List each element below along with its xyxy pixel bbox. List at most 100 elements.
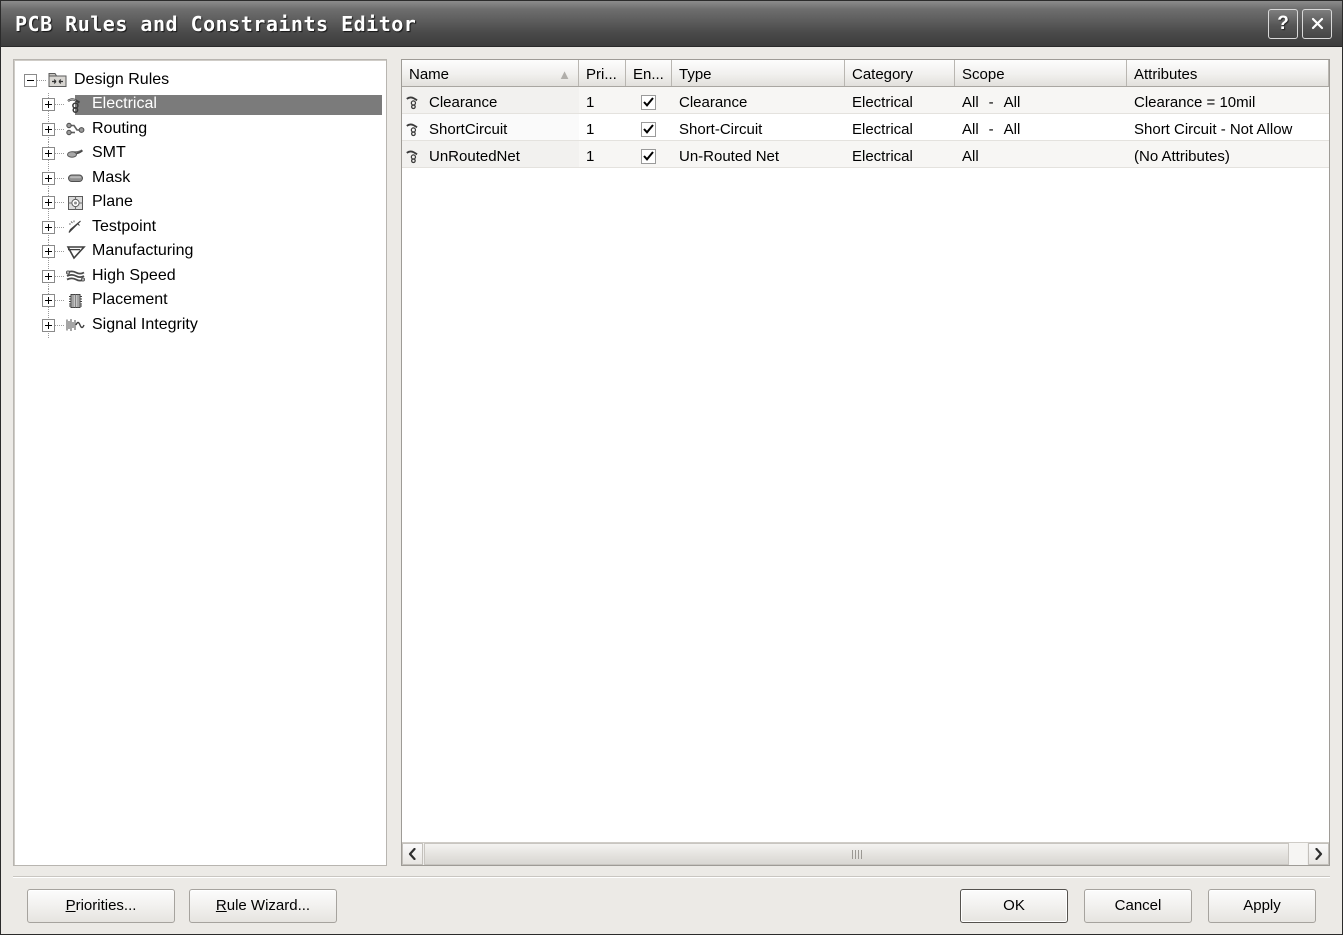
tree-node-label: Mask <box>92 168 131 186</box>
table-row[interactable]: UnRoutedNet 1 Un-Routed Net Electrical A… <box>402 141 1329 168</box>
cell-scope: All - All <box>955 87 1127 113</box>
table-row[interactable]: ShortCircuit 1 Short-Circuit Electrical … <box>402 114 1329 141</box>
tree-node-label: Placement <box>92 291 168 309</box>
column-header-enabled[interactable]: En... <box>626 60 672 86</box>
checkmark-icon <box>643 97 654 107</box>
placement-icon <box>65 292 86 309</box>
expander-plus-icon[interactable] <box>42 245 55 259</box>
design-rules-tree-panel[interactable]: Design Rules Electrical Routing SMT Mask… <box>13 59 387 866</box>
tree-node-smt[interactable]: SMT <box>14 141 386 166</box>
cell-type: Short-Circuit <box>679 120 763 138</box>
tree-node-label: Testpoint <box>92 217 157 235</box>
cancel-button[interactable]: Cancel <box>1084 888 1192 923</box>
expander-plus-icon[interactable] <box>42 122 55 136</box>
checkmark-icon <box>643 124 654 134</box>
tree-connector <box>55 177 65 179</box>
tree-connector <box>55 128 65 130</box>
expander-plus-icon[interactable] <box>42 269 55 283</box>
enabled-checkbox[interactable] <box>641 94 656 110</box>
cell-enabled[interactable] <box>626 87 672 113</box>
tree-node-manufacturing[interactable]: Manufacturing <box>14 239 386 264</box>
tree-node-label: Signal Integrity <box>92 315 198 333</box>
priorities-rest: riorities... <box>75 897 137 914</box>
cell-enabled[interactable] <box>626 141 672 167</box>
tree-node-testpoint[interactable]: Testpoint <box>14 215 386 240</box>
priorities-button[interactable]: Priorities... <box>27 888 175 923</box>
expander-plus-icon[interactable] <box>42 220 55 234</box>
tree-connector <box>55 275 65 277</box>
tree-connector <box>55 251 65 253</box>
rule-name-text: Clearance <box>429 93 498 111</box>
pcb-rules-dialog: PCB Rules and Constraints Editor ? Desig… <box>0 0 1343 935</box>
help-button[interactable]: ? <box>1268 8 1298 39</box>
cell-name: Clearance <box>402 87 579 113</box>
table-row[interactable]: Clearance 1 Clearance Electrical All - A… <box>402 87 1329 114</box>
scope-right: All <box>1003 93 1021 111</box>
rules-list-panel: Name ▲ Pri... En... Type Category Scope … <box>401 59 1330 866</box>
cell-enabled[interactable] <box>626 114 672 140</box>
cell-attributes: Clearance = 10mil <box>1134 93 1256 111</box>
cell-name: UnRoutedNet <box>402 141 579 167</box>
cell-type: Un-Routed Net <box>679 147 780 165</box>
scope-separator: - <box>988 120 994 138</box>
tree-node-electrical[interactable]: Electrical <box>14 92 386 117</box>
tree-node-label: SMT <box>92 144 126 162</box>
tree-node-placement[interactable]: Placement <box>14 288 386 313</box>
tree-connector <box>55 226 65 228</box>
scrollbar-track[interactable] <box>424 843 1307 865</box>
tree-node-mask[interactable]: Mask <box>14 166 386 191</box>
tree-node-routing[interactable]: Routing <box>14 117 386 142</box>
cell-scope: All <box>955 141 1127 167</box>
content-panes: Design Rules Electrical Routing SMT Mask… <box>13 59 1330 866</box>
cell-scope: All - All <box>955 114 1127 140</box>
column-header-category[interactable]: Category <box>845 60 955 86</box>
expander-plus-icon[interactable] <box>42 98 55 112</box>
ok-button[interactable]: OK <box>960 888 1068 923</box>
mask-icon <box>65 170 86 187</box>
expander-minus-icon[interactable] <box>24 73 37 87</box>
tree-node-high-speed[interactable]: High Speed <box>14 264 386 289</box>
column-header-label: Attributes <box>1134 66 1198 83</box>
horizontal-scrollbar[interactable] <box>402 842 1329 865</box>
tree-node-plane[interactable]: Plane <box>14 190 386 215</box>
column-header-label: Type <box>679 66 712 83</box>
column-header-name[interactable]: Name ▲ <box>402 60 579 86</box>
enabled-checkbox[interactable] <box>641 148 656 164</box>
scrollbar-grip-icon <box>851 849 862 859</box>
rule-wizard-button[interactable]: Rule Wizard... <box>189 888 337 923</box>
expander-plus-icon[interactable] <box>42 147 55 161</box>
expander-plus-icon[interactable] <box>42 196 55 210</box>
scrollbar-thumb[interactable] <box>424 843 1290 865</box>
design-rules-folder-icon <box>47 72 68 89</box>
sort-ascending-icon: ▲ <box>558 67 571 82</box>
cell-category: Electrical <box>852 93 913 111</box>
enabled-checkbox[interactable] <box>641 121 656 137</box>
expander-plus-icon[interactable] <box>42 171 55 185</box>
tree-node-design-rules[interactable]: Design Rules <box>14 68 386 93</box>
manufacturing-icon <box>65 243 86 260</box>
plane-icon <box>65 194 86 211</box>
signal-integrity-icon <box>65 317 86 334</box>
column-header-type[interactable]: Type <box>672 60 845 86</box>
dialog-button-bar: Priorities... Rule Wizard... OK Cancel A… <box>13 876 1330 934</box>
scroll-left-button[interactable] <box>402 843 423 865</box>
chevron-right-icon <box>1315 848 1323 860</box>
column-header-attributes[interactable]: Attributes <box>1127 60 1329 86</box>
close-button[interactable] <box>1302 8 1332 39</box>
expander-plus-icon[interactable] <box>42 294 55 308</box>
scope-left: All <box>962 120 979 138</box>
tree-connector <box>55 202 65 204</box>
cell-priority: 1 <box>586 120 595 138</box>
column-header-scope[interactable]: Scope <box>955 60 1127 86</box>
tree-connector <box>55 300 65 302</box>
accel-letter: R <box>215 897 227 914</box>
tree-connector <box>55 153 65 155</box>
tree-node-signal-integrity[interactable]: Signal Integrity <box>14 313 386 338</box>
expander-plus-icon[interactable] <box>42 318 55 332</box>
cancel-button-label: Cancel <box>1114 897 1162 914</box>
scroll-right-button[interactable] <box>1308 843 1329 865</box>
cell-category: Electrical <box>852 120 913 138</box>
column-header-priority[interactable]: Pri... <box>579 60 626 86</box>
title-bar: PCB Rules and Constraints Editor ? <box>1 1 1342 47</box>
apply-button[interactable]: Apply <box>1208 888 1316 923</box>
